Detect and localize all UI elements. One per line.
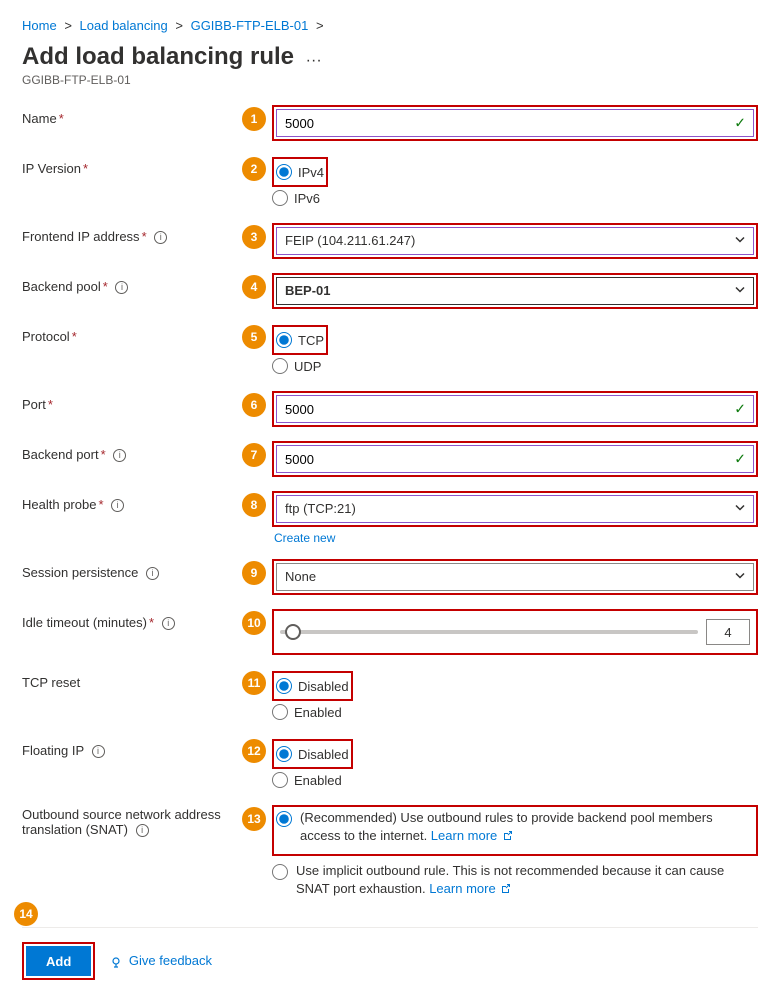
label-tcp: TCP [298,333,324,348]
info-icon[interactable]: i [115,281,128,294]
label-floating-disabled: Disabled [298,747,349,762]
radio-tcpreset-disabled[interactable] [276,678,292,694]
info-icon[interactable]: i [154,231,167,244]
radio-udp[interactable] [272,358,288,374]
idle-slider[interactable] [280,630,698,634]
radio-ipv6[interactable] [272,190,288,206]
snat-learnmore-1[interactable]: Learn more [431,828,497,843]
label-tcpreset-enabled: Enabled [294,705,342,720]
add-button[interactable]: Add [26,946,91,976]
step-badge-12: 12 [242,739,266,763]
step-badge-6: 6 [242,393,266,417]
name-input[interactable] [276,109,754,137]
radio-tcp[interactable] [276,332,292,348]
step-badge-11: 11 [242,671,266,695]
radio-ipv4[interactable] [276,164,292,180]
external-link-icon [501,883,511,893]
step-badge-4: 4 [242,275,266,299]
step-badge-9: 9 [242,561,266,585]
info-icon[interactable]: i [146,567,159,580]
label-ipv6: IPv6 [294,191,320,206]
step-badge-13: 13 [242,807,266,831]
label-port: Port [22,397,46,412]
info-icon[interactable]: i [136,824,149,837]
breadcrumb: Home > Load balancing > GGIBB-FTP-ELB-01… [22,18,758,33]
page-title: Add load balancing rule [22,43,294,71]
label-frontend: Frontend IP address [22,229,140,244]
session-select[interactable]: None [276,563,754,591]
label-backend: Backend pool [22,279,101,294]
label-ipv4: IPv4 [298,165,324,180]
label-floating: Floating IP [22,743,84,758]
breadcrumb-resource[interactable]: GGIBB-FTP-ELB-01 [191,18,309,33]
step-badge-7: 7 [242,443,266,467]
info-icon[interactable]: i [113,449,126,462]
info-icon[interactable]: i [162,617,175,630]
backend-select[interactable]: BEP-01 [276,277,754,305]
backendport-input[interactable] [276,445,754,473]
more-icon[interactable]: ··· [306,52,322,69]
info-icon[interactable]: i [92,745,105,758]
port-input[interactable] [276,395,754,423]
label-tcpreset: TCP reset [22,675,80,690]
step-badge-8: 8 [242,493,266,517]
label-name: Name [22,111,57,126]
step-badge-1: 1 [242,107,266,131]
label-healthprobe: Health probe [22,497,96,512]
label-ipversion: IP Version [22,161,81,176]
radio-tcpreset-enabled[interactable] [272,704,288,720]
step-badge-3: 3 [242,225,266,249]
label-protocol: Protocol [22,329,70,344]
create-new-link[interactable]: Create new [274,531,335,545]
label-idle: Idle timeout (minutes) [22,615,147,630]
radio-floating-enabled[interactable] [272,772,288,788]
feedback-icon [111,955,125,969]
step-badge-10: 10 [242,611,266,635]
label-snat: Outbound source network address translat… [22,807,221,837]
slider-thumb[interactable] [285,624,301,640]
step-badge-14: 14 [14,902,38,926]
frontend-select[interactable]: FEIP (104.211.61.247) [276,227,754,255]
external-link-icon [503,830,513,840]
radio-floating-disabled[interactable] [276,746,292,762]
breadcrumb-home[interactable]: Home [22,18,57,33]
give-feedback-link[interactable]: Give feedback [129,953,212,968]
snat-learnmore-2[interactable]: Learn more [429,881,495,896]
healthprobe-select[interactable]: ftp (TCP:21) [276,495,754,523]
radio-snat-implicit[interactable] [272,864,288,880]
label-session: Session persistence [22,565,138,580]
page-subtitle: GGIBB-FTP-ELB-01 [22,73,758,87]
label-floating-enabled: Enabled [294,773,342,788]
step-badge-2: 2 [242,157,266,181]
radio-snat-recommended[interactable] [276,811,292,827]
idle-value[interactable]: 4 [706,619,750,645]
breadcrumb-lb[interactable]: Load balancing [80,18,168,33]
info-icon[interactable]: i [111,499,124,512]
label-backendport: Backend port [22,447,99,462]
label-tcpreset-disabled: Disabled [298,679,349,694]
step-badge-5: 5 [242,325,266,349]
label-udp: UDP [294,359,321,374]
